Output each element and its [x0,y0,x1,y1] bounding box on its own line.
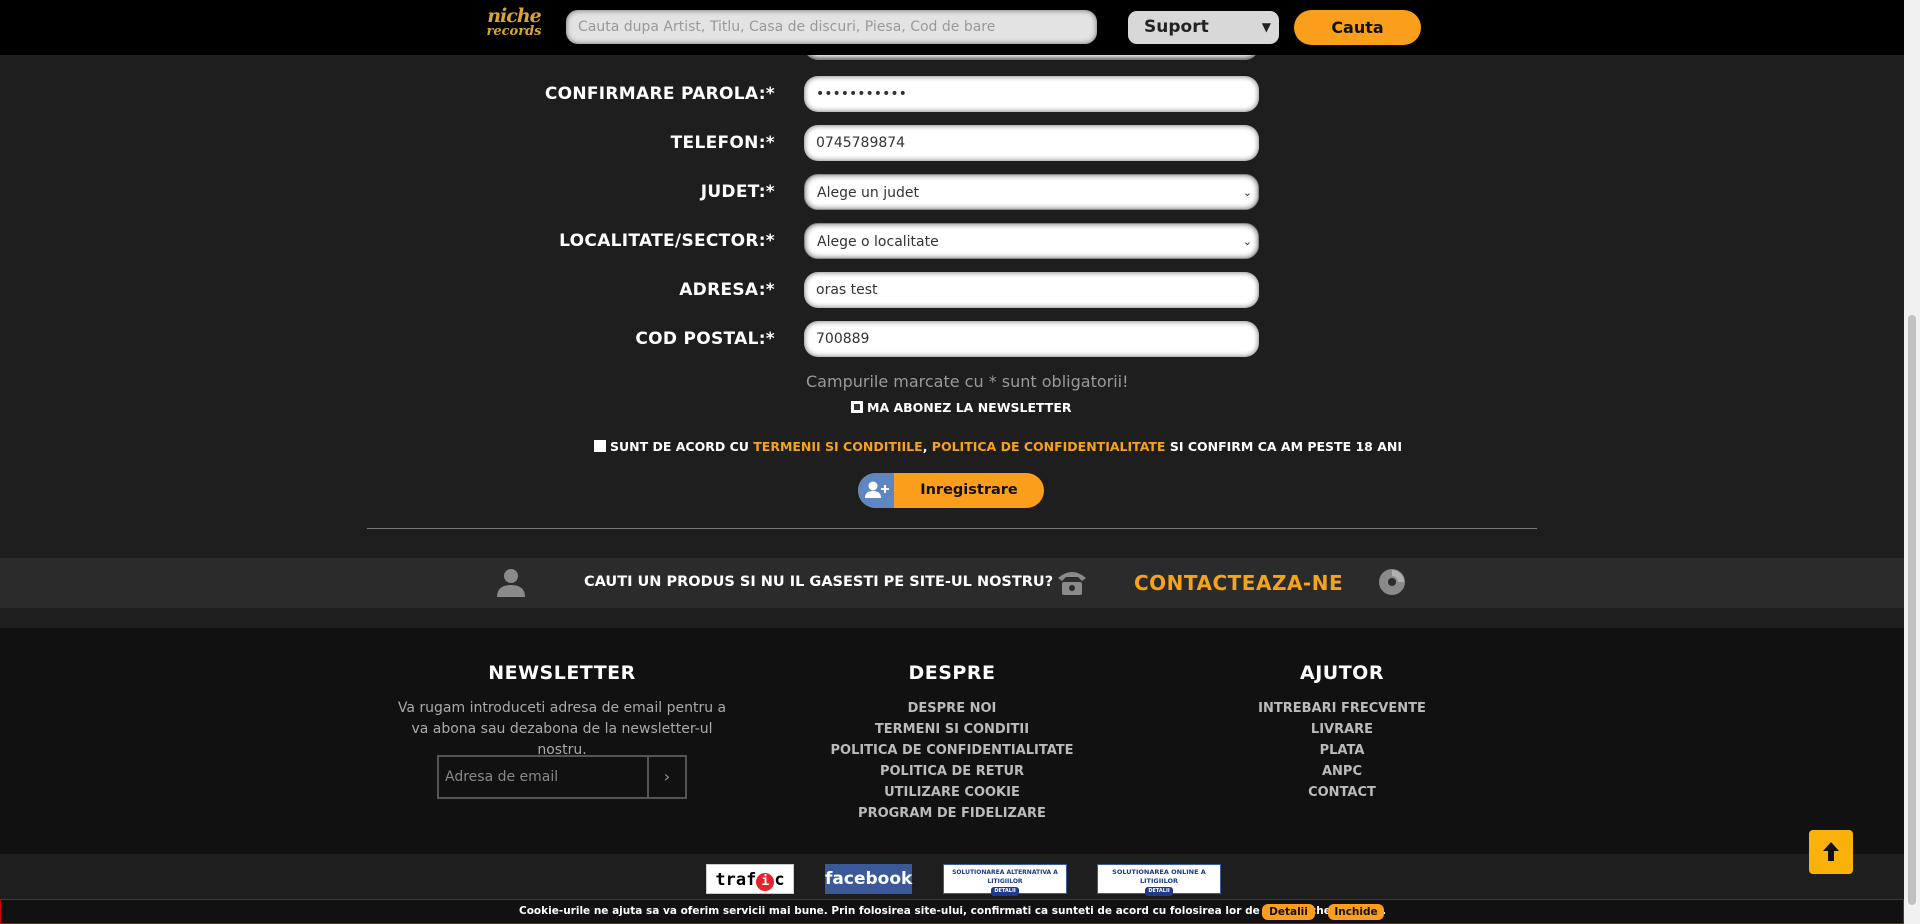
terms-link[interactable]: TERMENII SI CONDITIILE [753,439,922,454]
confirm-password-field[interactable]: ••••••••••• [804,76,1259,112]
footer-link-despre-noi[interactable]: DESPRE NOI [802,698,1102,719]
form-row-address: ADRESA:* oras test [0,272,1260,308]
anpc-sal-tag: DETALII [991,887,1019,896]
footer-link-anpc[interactable]: ANPC [1192,761,1492,782]
newsletter-email-input[interactable] [439,757,649,797]
phone-label: TELEFON:* [670,133,775,153]
footer-link-contact[interactable]: CONTACT [1192,782,1492,803]
niche-records-logo[interactable]: niche records [480,5,548,45]
form-row-locality: LOCALITATE/SECTOR:* Alege o localitate ⌄ [0,223,1260,259]
cookie-details-button[interactable]: Detalii [1262,904,1315,920]
despre-links: DESPRE NOI TERMENI SI CONDITII POLITICA … [802,698,1102,824]
trafic-text-pre: traf [715,870,757,890]
trafic-logo[interactable]: traf i c [706,864,794,894]
ajutor-links: INTREBARI FRECVENTE LIVRARE PLATA ANPC C… [1192,698,1492,803]
address-label: ADRESA:* [679,280,775,300]
terms-checkbox-row: SUNT DE ACORD CU TERMENII SI CONDITIILE,… [594,439,1402,454]
footer-link-retur[interactable]: POLITICA DE RETUR [802,761,1102,782]
trafic-text-post: c [774,870,785,890]
arrow-up-icon [1823,842,1839,861]
footer: NEWSLETTER Va rugam introduceti adresa d… [0,628,1904,854]
locality-label: LOCALITATE/SECTOR:* [559,231,775,251]
form-row-postal-code: COD POSTAL:* 700889 [0,321,1260,357]
search-button[interactable]: Cauta [1294,10,1421,45]
anpc-sal-badge[interactable]: SOLUTIONAREA ALTERNATIVA A LITIGIILOR DE… [943,864,1067,896]
confirm-password-label: CONFIRMARE PAROLA:* [544,84,775,104]
logo-line-1: niche [487,5,542,27]
anpc-sal-title: SOLUTIONAREA ALTERNATIVA A LITIGIILOR [952,869,1058,885]
footer-link-faq[interactable]: INTREBARI FRECVENTE [1192,698,1492,719]
ajutor-title: AJUTOR [1300,662,1384,684]
back-to-top-button[interactable] [1809,830,1853,874]
newsletter-checkbox[interactable] [851,401,863,413]
chevron-down-icon: ⌄ [1242,186,1252,199]
chevron-down-icon: ⌄ [1242,235,1252,248]
phone-icon [1056,568,1088,600]
form-row-phone: TELEFON:* 0745789874 [0,125,1260,161]
privacy-link[interactable]: POLITICA DE CONFIDENTIALITATE [932,439,1166,454]
anpc-sol-badge[interactable]: SOLUTIONAREA ONLINE A LITIGIILOR DETALII [1097,864,1221,896]
footer-link-cookie[interactable]: UTILIZARE COOKIE [802,782,1102,803]
phone-field[interactable]: 0745789874 [804,125,1259,161]
form-row-confirm-password: CONFIRMARE PAROLA:* ••••••••••• [0,76,1260,112]
product-question: CAUTI UN PRODUS SI NU IL GASESTI PE SITE… [584,574,1054,590]
postal-code-field[interactable]: 700889 [804,321,1259,357]
add-user-icon [858,473,894,508]
user-icon [495,566,527,602]
facebook-logo[interactable]: facebook [825,864,912,894]
postal-code-label: COD POSTAL:* [635,329,775,349]
anpc-sol-tag: DETALII [1145,887,1173,896]
footer-link-livrare[interactable]: LIVRARE [1192,719,1492,740]
cookie-bar: Cookie-urile ne ajuta sa va oferim servi… [0,899,1904,924]
chevron-right-icon[interactable]: › [647,757,685,797]
register-button-label: Inregistrare [920,482,1018,498]
required-fields-note: Campurile marcate cu * sunt obligatorii! [806,372,1129,391]
locality-select[interactable]: Alege o localitate ⌄ [804,223,1259,259]
address-field[interactable]: oras test [804,272,1259,308]
footer-link-termeni[interactable]: TERMENI SI CONDITII [802,719,1102,740]
newsletter-checkbox-label: MA ABONEZ LA NEWSLETTER [867,400,1072,415]
support-select[interactable]: Suport ▼ [1128,11,1279,44]
page-scrollbar[interactable] [1904,0,1920,924]
footer-link-fidelizare[interactable]: PROGRAM DE FIDELIZARE [802,803,1102,824]
newsletter-form: › [437,755,687,799]
top-header: niche records Suport ▼ Cauta [0,0,1904,55]
newsletter-title: NEWSLETTER [488,662,636,684]
divider [367,528,1537,529]
county-select-value: Alege un judet [817,185,919,201]
terms-comma: , [922,439,932,454]
anpc-sol-title: SOLUTIONAREA ONLINE A LITIGIILOR [1112,868,1206,885]
terms-prefix: SUNT DE ACORD CU [610,439,754,454]
support-select-value: Suport [1144,17,1209,37]
vinyl-disc-icon [1378,568,1406,600]
search-input[interactable] [566,10,1097,44]
newsletter-description: Va rugam introduceti adresa de email pen… [397,700,727,758]
logo-line-2: records [486,24,542,39]
newsletter-checkbox-row[interactable]: MA ABONEZ LA NEWSLETTER [851,400,1072,415]
register-button[interactable]: Inregistrare [858,473,1044,508]
terms-suffix: SI CONFIRM CA AM PESTE 18 ANI [1165,439,1403,454]
contact-link[interactable]: CONTACTEAZA-NE [1134,571,1343,595]
scrollbar-thumb[interactable] [1908,315,1916,905]
chevron-down-icon: ▼ [1261,20,1271,34]
cookie-close-button[interactable]: Inchide [1328,904,1384,920]
county-select[interactable]: Alege un judet ⌄ [804,174,1259,210]
despre-title: DESPRE [908,662,996,684]
cookie-text: Cookie-urile ne ajuta sa va oferim servi… [519,905,1387,917]
form-row-county: JUDET:* Alege un judet ⌄ [0,174,1260,210]
footer-link-plata[interactable]: PLATA [1192,740,1492,761]
contact-band: CAUTI UN PRODUS SI NU IL GASESTI PE SITE… [0,558,1904,608]
county-label: JUDET:* [700,182,775,202]
locality-select-value: Alege o localitate [817,234,939,250]
trafic-text-i: i [756,873,775,891]
partner-logos: traf i c facebook SOLUTIONAREA ALTERNATIVA… [0,854,1904,899]
terms-checkbox[interactable] [594,440,606,452]
footer-link-confidentialitate[interactable]: POLITICA DE CONFIDENTIALITATE [802,740,1102,761]
